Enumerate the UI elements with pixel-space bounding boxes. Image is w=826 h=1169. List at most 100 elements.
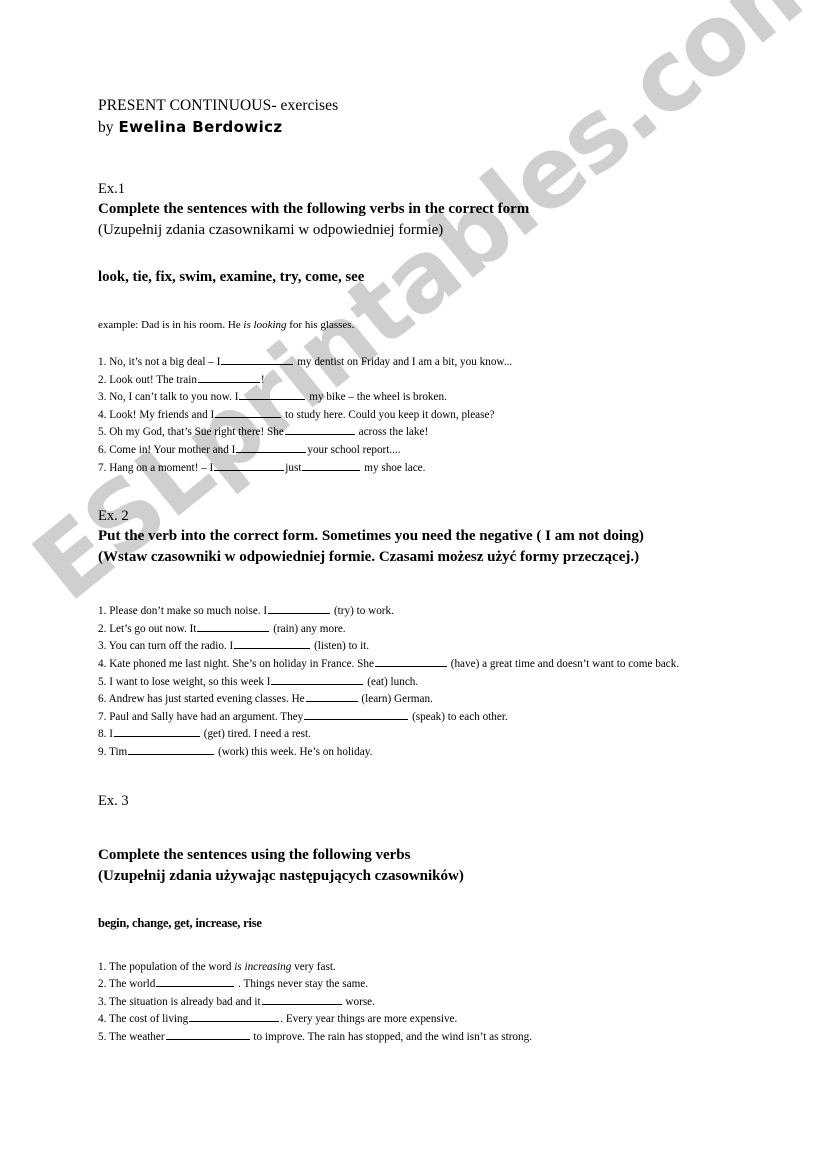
exercise2-item-4: 4. Kate phoned me last night. She’s on h… — [98, 655, 738, 673]
item-text-after: (have) a great time and doesn’t want to … — [450, 657, 680, 670]
exercise1-item-4: 4. Look! My friends and I to study here.… — [98, 406, 738, 424]
answer-blank-2[interactable] — [302, 459, 361, 471]
item-text-before: No, I can’t talk to you now. I — [109, 391, 239, 404]
item-number: 4. — [98, 657, 107, 670]
answer-blank[interactable] — [261, 993, 342, 1005]
item-text-after: across the lake! — [358, 426, 429, 439]
author-name: Ewelina Berdowicz — [118, 118, 283, 136]
item-text-after: very fast. — [291, 960, 336, 973]
exercise1-items: 1. No, it’s not a big deal – I my dentis… — [98, 353, 738, 476]
byline-prefix: by — [98, 119, 114, 136]
item-text-before: I — [109, 728, 113, 741]
item-number: 2. — [98, 978, 107, 991]
item-text-before: The world — [109, 978, 156, 991]
exercise1-item-6: 6. Come in! Your mother and I your school… — [98, 441, 738, 459]
item-text-before: Please don’t make so much noise. I — [109, 605, 268, 618]
worksheet-content: PRESENT CONTINUOUS- exercises by Ewelina… — [98, 96, 738, 1045]
answer-blank[interactable] — [215, 406, 282, 418]
answer-blank[interactable] — [165, 1028, 250, 1040]
item-text-after: (rain) any more. — [273, 622, 346, 635]
exercise3-instruction-pl: (Uzupełnij zdania używając następujących… — [98, 867, 464, 884]
item-text-before: No, it’s not a big deal – I — [109, 356, 221, 368]
exercise1-item-3: 3. No, I can’t talk to you now. I my bik… — [98, 388, 738, 406]
item-text-after: my dentist on Friday and I am a bit, you… — [297, 356, 513, 368]
answer-blank[interactable] — [236, 441, 307, 453]
item-number: 6. — [98, 443, 107, 456]
answer-blank[interactable] — [239, 388, 306, 401]
exercise2-item-8: 8. I (get) tired. I need a rest. — [98, 725, 738, 743]
item-text-after: . Every year things are more expensive. — [280, 1013, 458, 1026]
exercise2-item-3: 3. You can turn off the radio. I (listen… — [98, 637, 738, 655]
item-number: 3. — [98, 640, 107, 653]
item-number: 3. — [98, 995, 107, 1008]
answer-blank[interactable] — [374, 655, 447, 667]
exercise3-label: Ex. 3 — [98, 792, 129, 809]
answer-blank[interactable] — [305, 690, 358, 703]
answer-blank[interactable] — [197, 371, 260, 383]
item-text-before: The population of the word — [109, 960, 235, 973]
item-text-middle: just — [285, 461, 302, 474]
answer-blank[interactable] — [189, 1010, 280, 1023]
answer-blank[interactable] — [214, 459, 285, 471]
item-number: 7. — [98, 710, 107, 723]
answer-blank[interactable] — [284, 423, 355, 436]
item-number: 3. — [98, 391, 107, 404]
example-italic: is looking — [243, 319, 287, 331]
example-suffix: for his glasses. — [286, 319, 355, 331]
item-text-before: Andrew has just started evening classes.… — [108, 693, 305, 706]
answer-blank[interactable] — [304, 708, 409, 720]
item-text-after: (listen) to it. — [314, 640, 370, 653]
answer-blank[interactable] — [156, 975, 235, 988]
item-text-after: to improve. The rain has stopped, and th… — [253, 1030, 533, 1043]
exercise1-item-7: 7. Hang on a moment! – I just my shoe lac… — [98, 459, 738, 477]
item-text-before: The situation is already bad and it — [109, 995, 261, 1008]
item-text-after: . Things never stay the same. — [238, 978, 369, 991]
item-text-before: Look! My friends and I — [109, 408, 215, 421]
exercise3-item-2: 2. The world . Things never stay the sam… — [98, 975, 738, 993]
item-text-after: my shoe lace. — [364, 461, 426, 474]
answer-blank[interactable] — [221, 353, 294, 365]
answer-blank[interactable] — [234, 637, 311, 650]
item-text-before: Kate phoned me last night. She’s on holi… — [109, 657, 374, 670]
exercise3-item-3: 3. The situation is already bad and it w… — [98, 993, 738, 1011]
exercise2-instruction-pl: (Wstaw czasowniki w odpowiedniej formie.… — [98, 549, 640, 566]
item-number: 9. — [98, 745, 107, 758]
exercise3-item-5: 5. The weather to improve. The rain has … — [98, 1028, 738, 1046]
item-text-before: Paul and Sally have had an argument. The… — [109, 710, 304, 723]
exercise2-item-2: 2. Let’s go out now. It (rain) any more. — [98, 620, 738, 638]
item-text-before: You can turn off the radio. I — [108, 640, 234, 653]
item-text-before: The weather — [109, 1030, 165, 1043]
item-number: 8. — [98, 728, 107, 741]
item-number: 7. — [98, 461, 107, 474]
answer-blank[interactable] — [271, 673, 364, 685]
item-text-after: (learn) German. — [361, 693, 433, 706]
exercise3-instruction-en: Complete the sentences using the followi… — [98, 846, 411, 863]
item-text-before: Hang on a moment! – I — [109, 461, 214, 474]
item-text-before: Tim — [109, 745, 128, 758]
item-number: 4. — [98, 408, 107, 421]
item-text-after: (speak) to each other. — [412, 710, 508, 723]
item-text-before: I want to lose weight, so this week I — [109, 675, 271, 688]
answer-blank[interactable] — [197, 620, 270, 632]
item-number: 5. — [98, 1030, 107, 1043]
exercise1-verb-list: look, tie, fix, swim, examine, try, come… — [98, 269, 365, 285]
item-text-before: Oh my God, that’s Sue right there! She — [109, 426, 284, 439]
answer-blank[interactable] — [113, 725, 200, 738]
example-prefix: example: Dad is in his room. He — [98, 319, 244, 331]
item-text-after: my bike – the wheel is broken. — [309, 391, 447, 404]
exercise1-item-2: 2. Look out! The train! — [98, 371, 738, 389]
exercise2-item-9: 9. Tim (work) this week. He’s on holiday… — [98, 743, 738, 761]
exercise3-verb-list: begin, change, get, increase, rise — [98, 915, 262, 930]
exercise1-instruction-pl: (Uzupełnij zdania czasownikami w odpowie… — [98, 222, 444, 238]
item-text-after: your school report.... — [307, 443, 401, 456]
answer-blank[interactable] — [128, 743, 215, 755]
item-number: 6. — [98, 693, 107, 706]
exercise2-items: 1. Please don’t make so much noise. I (t… — [98, 602, 738, 760]
item-text-after: worse. — [345, 995, 375, 1008]
answer-blank[interactable] — [268, 602, 331, 615]
